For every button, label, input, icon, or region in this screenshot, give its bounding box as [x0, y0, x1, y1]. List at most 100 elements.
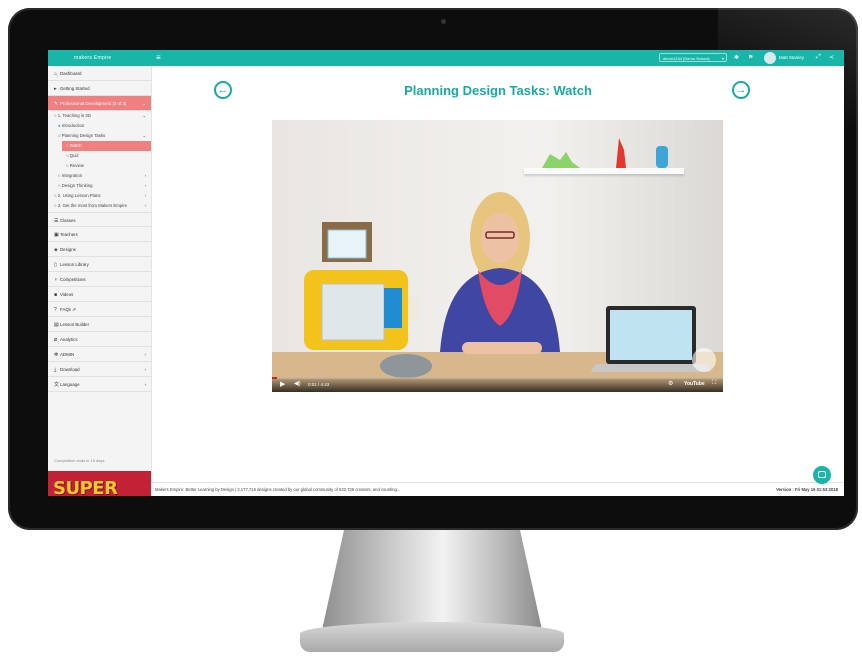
sidebar: ⌂ Dashboard ▸ Getting Started ✎ Professiona… [48, 66, 152, 496]
hamburger-icon[interactable]: ≡ [156, 53, 161, 62]
sub-label: 1. Teaching in 3D [57, 113, 91, 118]
monitor-stand [322, 530, 542, 630]
sidebar-item-faqs[interactable]: ? FAQs ⇗ [48, 302, 151, 317]
sidebar-item-label: Designs [60, 247, 76, 252]
sidebar-item-label: Getting Started [60, 86, 90, 91]
pd-sub-using-lesson-plans[interactable]: ○ 2. Using Lesson Plans › [48, 191, 151, 201]
footer: Makers Empire: Better Learning by Design… [151, 482, 844, 496]
sub-label: 2. Using Lesson Plans [57, 193, 101, 198]
school-select[interactable]: demo1234 (Demo School) ▾ [659, 53, 727, 62]
prev-arrow-button[interactable]: ← [214, 81, 232, 99]
sub-label: 3. Get the most from Makers Empire [57, 203, 128, 208]
sub-label: Quiz [69, 153, 79, 158]
tablet-on-stand [327, 229, 367, 259]
pd-sub-introduction[interactable]: ● Introduction [48, 121, 151, 131]
banner-text: SUPER [53, 478, 118, 496]
sidebar-item-label: Professional Development (3 of 3) [60, 101, 127, 106]
camera-dot [441, 19, 446, 24]
video-controls: ▶ ◀) 0:01 / 4:43 ⚙ YouTube ⛶ [272, 377, 723, 392]
blue-figurine [656, 146, 668, 168]
sub-label: Review [69, 163, 84, 168]
avatar[interactable] [764, 52, 776, 64]
settings-icon[interactable]: ⚙ [668, 380, 673, 387]
chevron-right-icon: › [144, 173, 146, 178]
monitor-base [300, 622, 564, 652]
page-title: Planning Design Tasks: Watch [404, 83, 592, 98]
sidebar-item-label: Classes [60, 218, 76, 223]
filament-spool [408, 294, 420, 322]
sidebar-item-language[interactable]: 文Language › [48, 377, 151, 392]
sidebar-item-designs[interactable]: ◈ Designs [48, 242, 151, 257]
green-figurine [542, 152, 580, 168]
sidebar-item-label: Language [60, 382, 80, 387]
laptop-display [610, 310, 692, 360]
volume-icon[interactable]: ◀) [294, 380, 301, 387]
school-select-value: demo1234 (Demo School) [663, 56, 710, 61]
video-time: 0:01 / 4:43 [308, 382, 330, 387]
monitor-bezel: makers Empire ≡ demo1234 (Demo School) ▾ … [8, 8, 858, 530]
chevron-right-icon: › [144, 352, 146, 357]
printer-side [384, 288, 402, 328]
topbar: makers Empire ≡ demo1234 (Demo School) ▾ … [48, 50, 844, 66]
sidebar-item-competitions[interactable]: ♆ Competitions [48, 272, 151, 287]
rhino-model [380, 354, 432, 378]
fullscreen-icon[interactable]: ⛶ [712, 380, 716, 387]
youtube-logo[interactable]: YouTube [684, 381, 705, 387]
person-arms [462, 342, 542, 354]
sidebar-item-analytics[interactable]: ⧄ Analytics [48, 332, 151, 347]
video-player[interactable]: ▶ ◀) 0:01 / 4:43 ⚙ YouTube ⛶ [272, 120, 723, 392]
sidebar-item-label: Videos [60, 292, 74, 297]
pd-sub-teaching-3d[interactable]: ○ 1. Teaching in 3D ⌄ [48, 111, 151, 121]
sidebar-item-lesson-library[interactable]: ▯ Lesson Library [48, 257, 151, 272]
chevron-down-icon: ⌄ [142, 101, 146, 106]
sidebar-item-admin[interactable]: ✻ ADMIN › [48, 347, 151, 362]
chevron-right-icon: › [144, 193, 146, 198]
check-icon: ● [58, 123, 61, 128]
app-logo[interactable]: makers Empire [74, 55, 112, 61]
sidebar-item-label: Analytics [60, 337, 78, 342]
competition-banner[interactable]: SUPER [48, 471, 151, 496]
play-icon[interactable]: ▶ [280, 380, 285, 388]
sidebar-item-label: FAQs ⇗ [60, 307, 76, 312]
sidebar-item-label: ADMIN [60, 352, 75, 357]
sidebar-item-lesson-builder[interactable]: ▤Lesson Builder [48, 317, 151, 332]
sidebar-item-getting-started[interactable]: ▸ Getting Started [48, 81, 151, 96]
pd-sub-quiz[interactable]: ○ Quiz [48, 151, 151, 161]
footer-version: Version : Fri May 16 01:53:2018 [776, 487, 838, 492]
chevron-down-icon: ▾ [721, 56, 724, 61]
expand-icon[interactable]: ⤢ [816, 54, 821, 61]
pd-sub-review[interactable]: ○ Review [48, 161, 151, 171]
chevron-down-icon: ⌄ [142, 133, 146, 138]
sub-label: Design Thinking [61, 183, 93, 188]
sidebar-item-classes[interactable]: ☰ Classes [48, 212, 151, 227]
user-name[interactable]: Matt Stanley [779, 55, 804, 60]
chat-icon[interactable] [813, 466, 831, 484]
pd-sub-planning-design-tasks[interactable]: ○ Planning Design Tasks ⌄ [48, 131, 151, 141]
chevron-right-icon: › [144, 382, 146, 387]
sidebar-item-download[interactable]: ⤓ Download › [48, 362, 151, 377]
pd-sub-integration[interactable]: ○ Integration › [48, 171, 151, 181]
watermark-logo [692, 348, 716, 372]
sidebar-item-label: Teachers [60, 232, 78, 237]
competition-note: Competition ends in 15 days [54, 458, 105, 463]
sidebar-item-professional-development[interactable]: ✎ Professional Development (3 of 3) ⌄ [48, 96, 151, 111]
pd-sub-design-thinking[interactable]: ○ Design Thinking › [48, 181, 151, 191]
sidebar-item-videos[interactable]: ■ Videos [48, 287, 151, 302]
chevron-right-icon: › [144, 183, 146, 188]
sub-label: Planning Design Tasks [61, 133, 106, 138]
sub-label: Introduction [61, 123, 85, 128]
notification-icon[interactable]: ⚑ [748, 54, 753, 61]
sidebar-item-teachers[interactable]: ▣Teachers [48, 227, 151, 242]
chevron-right-icon: › [144, 367, 146, 372]
sub-label: Watch [69, 143, 82, 148]
sidebar-item-label: Lesson Library [60, 262, 89, 267]
printer-window [321, 283, 385, 341]
share-icon[interactable]: ≺ [829, 54, 834, 61]
sidebar-item-dashboard[interactable]: ⌂ Dashboard [48, 66, 151, 81]
next-arrow-button[interactable]: → [732, 81, 750, 99]
chevron-down-icon: ⌄ [142, 113, 146, 118]
sidebar-item-label: Lesson Builder [60, 322, 90, 327]
pd-sub-watch[interactable]: ○ Watch [62, 141, 151, 151]
gear-icon[interactable]: ✱ [734, 54, 739, 61]
pd-sub-get-the-most[interactable]: ○ 3. Get the most from Makers Empire › [48, 201, 151, 211]
